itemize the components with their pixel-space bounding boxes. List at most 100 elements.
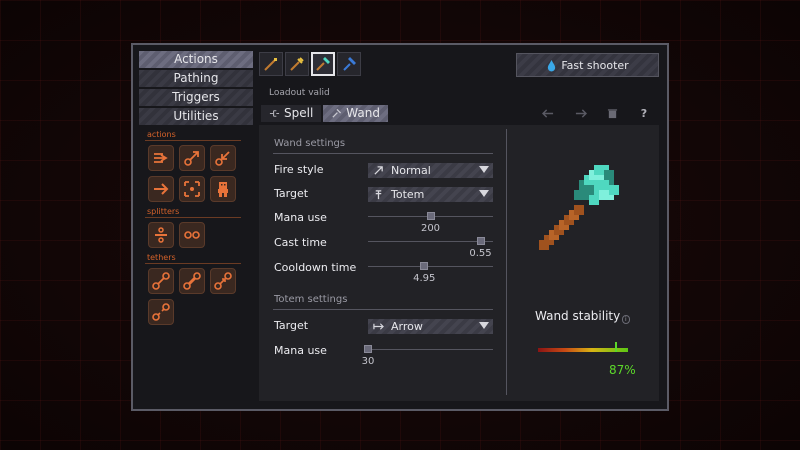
sub-tabs: Spell Wand (261, 105, 388, 122)
tether-link-icon[interactable] (148, 268, 174, 294)
spell-tree-icon (269, 110, 280, 117)
cooldown-time-value: 4.95 (413, 273, 436, 284)
section-divider (145, 217, 241, 218)
toolbar: ? (539, 105, 653, 122)
loadout-status: Loadout valid (269, 88, 330, 98)
section-divider (145, 263, 241, 264)
section-label-actions: actions (147, 130, 176, 139)
chevron-down-icon (479, 322, 489, 329)
action-push-icon[interactable] (148, 176, 174, 202)
redo-icon (575, 109, 587, 118)
wand-slot-4[interactable] (337, 52, 361, 76)
loadout-window: Actions Pathing Triggers Utilities actio… (131, 43, 669, 411)
fast-shooter-button[interactable]: Fast shooter (516, 53, 659, 77)
slider-knob[interactable] (364, 345, 372, 353)
sidebar-tab-actions[interactable]: Actions (139, 51, 253, 68)
undo-icon (541, 109, 553, 118)
action-launch-icon[interactable] (179, 145, 205, 171)
fire-style-label: Fire style (274, 163, 324, 176)
wand-slots (259, 52, 361, 76)
target-dropdown[interactable]: Totem (368, 187, 493, 202)
sidebar: Actions Pathing Triggers Utilities actio… (139, 51, 253, 325)
splitter-divide-icon[interactable] (148, 222, 174, 248)
splitters-grid (148, 222, 248, 248)
undo-button[interactable] (539, 105, 557, 122)
tethers-grid (148, 268, 248, 325)
tether-pull-icon[interactable] (210, 268, 236, 294)
wand-settings-title: Wand settings (274, 138, 346, 149)
action-redirect-icon[interactable] (148, 145, 174, 171)
cast-time-label: Cast time (274, 236, 327, 249)
slider-track (368, 266, 493, 267)
totem-target-label: Target (274, 319, 309, 332)
trash-icon (607, 109, 617, 119)
axe-icon (316, 57, 330, 71)
wand-stability-title: Wand stability (535, 309, 621, 323)
water-drop-icon (548, 59, 556, 71)
arrow-up-right-icon (372, 165, 384, 177)
sidebar-tab-utilities[interactable]: Utilities (139, 108, 253, 125)
sidebar-tab-triggers[interactable]: Triggers (139, 89, 253, 106)
wand-panel: Wand settings Fire style Normal Target T… (259, 125, 659, 401)
fire-style-dropdown[interactable]: Normal (368, 163, 493, 178)
wand-icon (264, 58, 277, 71)
tab-wand[interactable]: Wand (323, 105, 388, 122)
fast-shooter-label: Fast shooter (561, 58, 629, 72)
splitter-double-icon[interactable] (179, 222, 205, 248)
mana-use-slider[interactable] (368, 211, 493, 223)
hammer-icon (343, 57, 356, 71)
target-label: Target (274, 187, 309, 200)
actions-grid (148, 145, 248, 202)
totem-target-dropdown[interactable]: Arrow (368, 319, 493, 334)
group-divider (273, 309, 493, 310)
arrow-right-icon (372, 321, 384, 333)
info-icon[interactable]: i (622, 315, 630, 324)
panel-divider (506, 129, 507, 395)
help-button[interactable]: ? (635, 105, 653, 122)
wrench-icon (290, 57, 304, 71)
mana-use-label: Mana use (274, 211, 327, 224)
group-divider (273, 153, 493, 154)
fire-style-value: Normal (391, 164, 431, 177)
action-spread-icon[interactable] (179, 176, 205, 202)
slider-knob[interactable] (420, 262, 429, 270)
totem-mana-use-slider[interactable] (364, 344, 493, 356)
sidebar-tab-pathing[interactable]: Pathing (139, 70, 253, 87)
tether-loose-icon[interactable] (148, 299, 174, 325)
tab-wand-label: Wand (346, 106, 380, 120)
redo-button[interactable] (571, 105, 589, 122)
cooldown-time-label: Cooldown time (274, 261, 357, 274)
tab-spell-label: Spell (284, 106, 314, 120)
action-summon-icon[interactable] (210, 176, 236, 202)
slider-track (368, 241, 493, 242)
totem-settings-title: Totem settings (274, 294, 348, 305)
slider-track (368, 349, 493, 350)
cast-time-slider[interactable] (368, 236, 493, 248)
totem-target-value: Arrow (391, 320, 423, 333)
chevron-down-icon (479, 190, 489, 197)
stability-value: 87% (609, 363, 636, 377)
wand-slot-2[interactable] (285, 52, 309, 76)
wand-slot-3[interactable] (311, 52, 335, 76)
tether-strong-icon[interactable] (179, 268, 205, 294)
delete-button[interactable] (603, 105, 621, 122)
hammer-icon (332, 108, 342, 118)
chevron-down-icon (479, 166, 489, 173)
axe-preview-icon (539, 165, 619, 250)
mana-use-value: 200 (420, 223, 441, 234)
slider-knob[interactable] (476, 237, 485, 245)
cooldown-time-slider[interactable] (368, 261, 493, 273)
section-divider (145, 140, 241, 141)
help-icon: ? (640, 107, 648, 120)
action-pull-icon[interactable] (210, 145, 236, 171)
slider-knob[interactable] (426, 212, 435, 220)
stability-marker (615, 342, 618, 352)
totem-icon (372, 189, 384, 201)
cast-time-value: 0.55 (469, 248, 492, 259)
wand-slot-1[interactable] (259, 52, 283, 76)
totem-mana-use-value: 30 (361, 356, 375, 367)
section-label-tethers: tethers (147, 253, 176, 262)
tab-spell[interactable]: Spell (261, 105, 322, 122)
target-value: Totem (391, 188, 425, 201)
totem-mana-use-label: Mana use (274, 344, 327, 357)
